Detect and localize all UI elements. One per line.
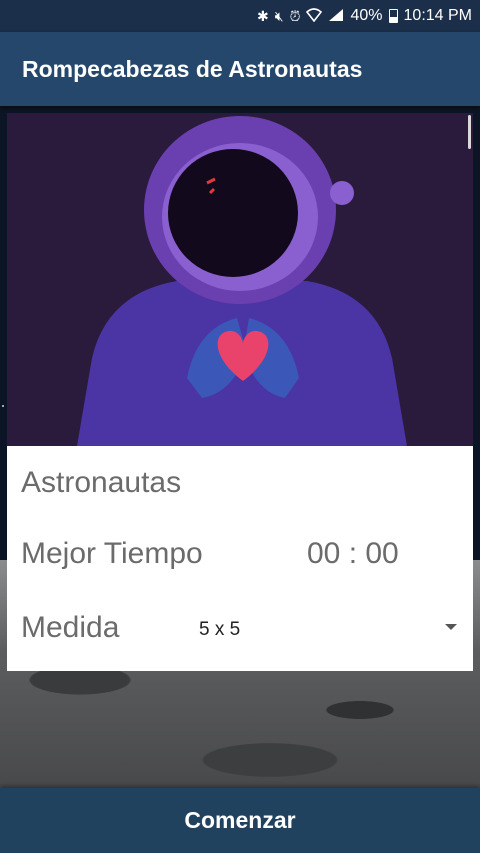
astronaut-heart-image[interactable] <box>7 113 473 446</box>
best-time-value: 00 : 00 <box>307 537 399 570</box>
battery-icon <box>388 9 398 23</box>
battery-percent: 40% <box>350 7 383 24</box>
puzzle-info-card: Astronautas Mejor Tiempo 00 : 00 Medida … <box>7 446 473 671</box>
app-title: Rompecabezas de Astronautas <box>22 55 363 82</box>
alarm-icon: ⏰︎ <box>289 8 301 24</box>
bluetooth-icon: ✱ <box>257 8 269 24</box>
size-selected-value: 5 x 5 <box>199 619 241 640</box>
size-select[interactable]: 5 x 5 <box>187 606 457 654</box>
wifi-icon <box>306 8 323 24</box>
best-time-label: Mejor Tiempo <box>21 537 203 570</box>
app-bar: Rompecabezas de Astronautas <box>0 32 480 106</box>
status-bar: ✱ 🔇︎ ⏰︎ 40% 10:14 PM <box>0 0 480 32</box>
scroll-thumb[interactable] <box>468 115 471 149</box>
signal-icon <box>328 8 344 24</box>
size-label: Medida <box>21 611 120 644</box>
start-button[interactable]: Comenzar <box>0 788 480 853</box>
puzzle-name: Astronautas <box>21 466 182 499</box>
mute-icon: 🔇︎ <box>274 8 284 24</box>
clock: 10:14 PM <box>403 7 472 24</box>
dropdown-arrow-icon <box>445 624 457 630</box>
